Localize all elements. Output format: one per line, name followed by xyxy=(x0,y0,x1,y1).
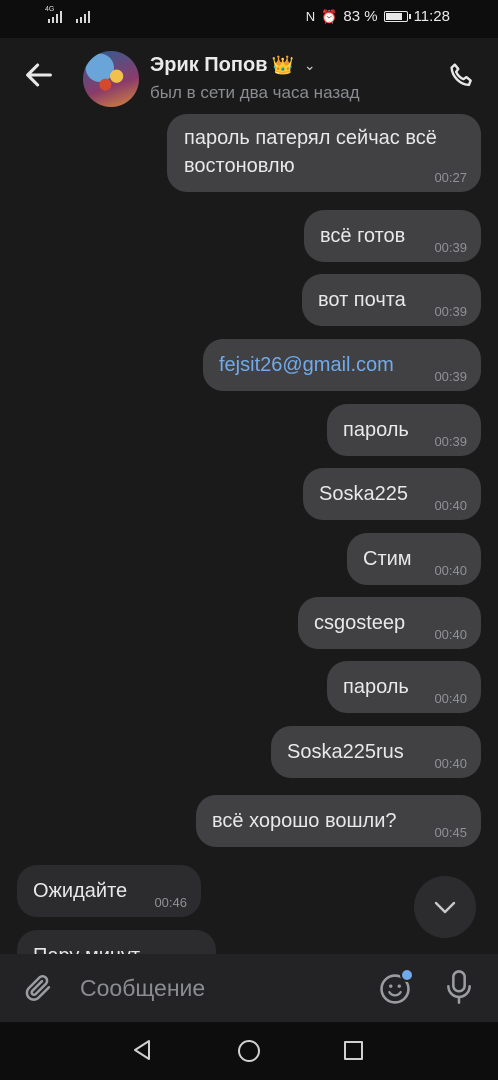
clock: 11:28 xyxy=(413,8,450,25)
status-bar: 4G N ⏰ 83 % 11:28 xyxy=(0,0,498,38)
phone-call-icon[interactable] xyxy=(446,60,478,92)
chevron-down-icon[interactable]: ⌄ xyxy=(304,57,316,74)
alarm-icon: ⏰ xyxy=(321,8,338,24)
last-seen-status: был в сети два часа назад xyxy=(150,83,360,102)
avatar[interactable] xyxy=(83,51,139,107)
message-list[interactable]: пароль патерял сейчас всё востоновлю 00:… xyxy=(0,114,498,954)
network-type-label: 4G xyxy=(45,6,55,13)
message-time: 00:45 xyxy=(434,825,467,840)
status-right: N ⏰ 83 % 11:28 xyxy=(306,8,450,25)
message-text: пароль xyxy=(343,419,409,441)
signal-icon-2 xyxy=(76,10,90,23)
message-text: всё хорошо вошли? xyxy=(212,810,397,832)
email-link[interactable]: fejsit26@gmail.com xyxy=(219,351,394,379)
message-bubble[interactable]: всё хорошо вошли? 00:45 xyxy=(196,795,481,847)
microphone-icon[interactable] xyxy=(442,968,476,1006)
message-time: 00:39 xyxy=(434,369,467,384)
message-text: востоновлю xyxy=(184,155,295,177)
message-time: 00:39 xyxy=(434,434,467,449)
message-text: csgosteep xyxy=(314,612,406,634)
message-input[interactable]: Сообщение xyxy=(80,975,205,1002)
message-time: 00:40 xyxy=(434,756,467,771)
message-time: 00:40 xyxy=(434,627,467,642)
battery-percent: 83 % xyxy=(343,8,378,25)
message-bubble[interactable]: пароль 00:39 xyxy=(327,404,481,456)
chat-header: Эрик Попов 👑 ⌄ был в сети два часа назад xyxy=(0,38,498,114)
message-composer: Сообщение xyxy=(0,954,498,1022)
message-time: 00:39 xyxy=(434,240,467,255)
message-text: Ожидайте xyxy=(33,880,128,902)
message-bubble[interactable]: fejsit26@gmail.com 00:39 xyxy=(203,339,481,391)
message-time: 00:40 xyxy=(434,691,467,706)
message-text: Стим xyxy=(363,548,412,570)
message-bubble[interactable]: всё готов 00:39 xyxy=(304,210,481,262)
message-text: вот почта xyxy=(318,289,406,311)
signal-indicators: 4G xyxy=(45,6,90,23)
chevron-down-icon xyxy=(434,901,456,914)
message-text: пароль xyxy=(343,676,409,698)
signal-icon: 4G xyxy=(45,6,62,23)
message-bubble-incoming[interactable]: Ожидайте 00:46 xyxy=(17,865,201,917)
message-text: всё готов xyxy=(320,225,406,247)
contact-title[interactable]: Эрик Попов 👑 ⌄ xyxy=(150,54,316,77)
message-bubble[interactable]: csgosteep 00:40 xyxy=(298,597,481,649)
system-nav-bar xyxy=(0,1022,498,1080)
scroll-down-button[interactable] xyxy=(414,876,476,938)
notification-dot xyxy=(400,968,414,982)
message-time: 00:40 xyxy=(434,498,467,513)
contact-name[interactable]: Эрик Попов xyxy=(150,54,268,77)
message-time: 00:27 xyxy=(434,170,467,185)
battery-icon xyxy=(383,11,411,22)
message-time: 00:39 xyxy=(434,304,467,319)
message-bubble[interactable]: Soska225rus 00:40 xyxy=(271,726,481,778)
nfc-icon: N xyxy=(305,9,316,24)
message-text: Soska225rus xyxy=(287,741,404,763)
message-bubble[interactable]: пароль патерял сейчас всё востоновлю 00:… xyxy=(167,114,481,192)
nav-back-icon[interactable] xyxy=(130,1038,154,1062)
message-bubble[interactable]: пароль 00:40 xyxy=(327,661,481,713)
message-bubble[interactable]: Soska225 00:40 xyxy=(303,468,481,520)
message-text: пароль патерял сейчас всё xyxy=(184,127,437,149)
back-arrow-icon[interactable] xyxy=(22,58,56,92)
message-time: 00:40 xyxy=(434,563,467,578)
message-text: Пару минут xyxy=(33,942,140,954)
message-text: Soska225 xyxy=(319,483,408,505)
message-time: 00:46 xyxy=(154,895,187,910)
crown-icon: 👑 xyxy=(271,55,294,75)
message-bubble[interactable]: вот почта 00:39 xyxy=(302,274,481,326)
message-bubble-incoming[interactable]: Пару минут xyxy=(17,930,216,954)
nav-recents-icon[interactable] xyxy=(344,1041,363,1060)
attach-icon[interactable] xyxy=(22,971,56,1005)
nav-home-icon[interactable] xyxy=(238,1040,260,1062)
message-bubble[interactable]: Стим 00:40 xyxy=(347,533,481,585)
